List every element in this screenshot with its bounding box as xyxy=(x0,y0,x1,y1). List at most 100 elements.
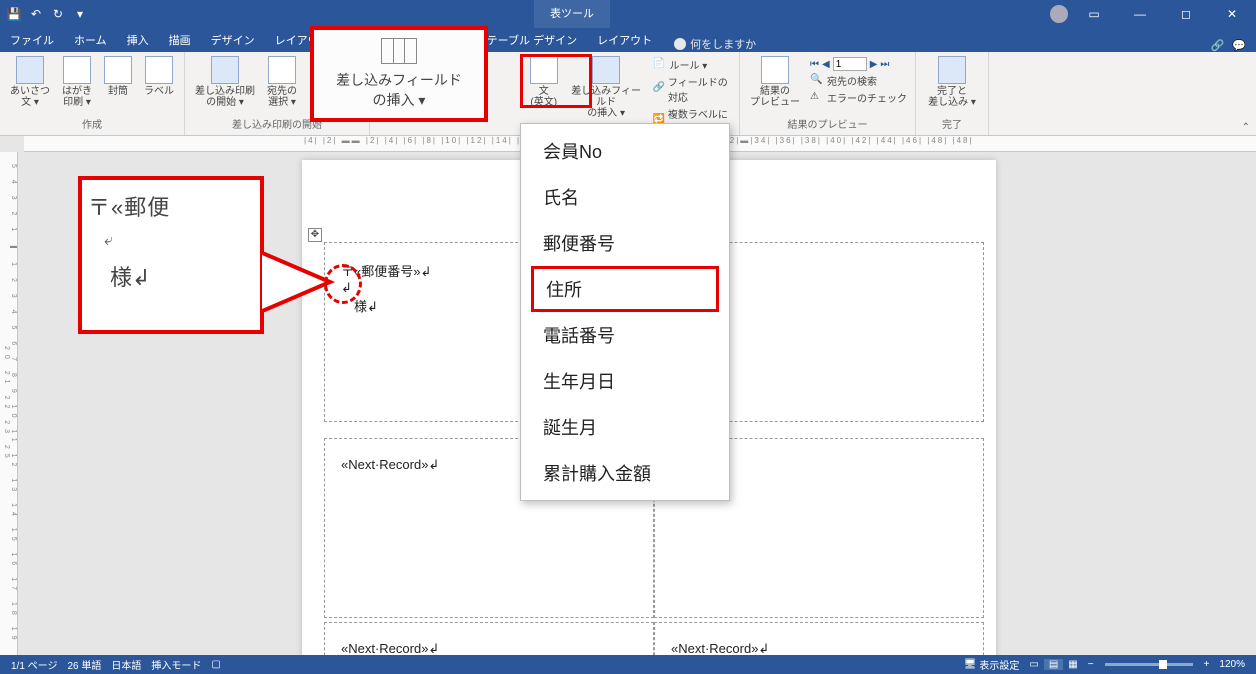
group-label-create: 作成 xyxy=(82,116,102,131)
next-record-icon[interactable]: ▶ xyxy=(870,59,878,70)
tab-home[interactable]: ホーム xyxy=(64,28,117,52)
redo-icon[interactable]: ↻ xyxy=(50,6,66,22)
annotation-insert-merge-label: 差し込みフィールド の挿入 ▾ xyxy=(336,70,462,110)
last-record-icon[interactable]: ⏭ xyxy=(880,59,889,70)
tell-me-search[interactable]: 何をしますか xyxy=(674,36,756,52)
preview-line1: 〒«郵便 xyxy=(88,190,254,222)
preview-results-button[interactable]: 結果の プレビュー xyxy=(746,54,804,110)
comments-icon[interactable]: 💬 xyxy=(1232,39,1246,52)
maximize-icon[interactable]: ◻ xyxy=(1166,0,1206,28)
menu-item-name[interactable]: 氏名 xyxy=(521,174,729,220)
ribbon-group-finish: 完了と 差し込み ▾ 完了 xyxy=(916,52,989,135)
tab-design[interactable]: デザイン xyxy=(201,28,265,52)
prev-record-icon[interactable]: ◀ xyxy=(822,59,830,70)
label-cell-6[interactable]: «Next·Record»↲ xyxy=(654,622,984,655)
ribbon-group-preview: 結果の プレビュー ⏮ ◀ ▶ ⏭ 🔍宛先の検索 ⚠エラーのチェック 結果のプレ… xyxy=(740,52,916,135)
lightbulb-icon xyxy=(674,38,686,50)
rules-label: ルール ▾ xyxy=(669,57,707,72)
display-settings-button[interactable]: 🖥表示設定 xyxy=(959,657,1025,672)
tab-file[interactable]: ファイル xyxy=(0,28,64,52)
zoom-level[interactable]: 120% xyxy=(1214,659,1250,670)
match-fields-icon: 🔗 xyxy=(652,82,664,96)
status-language[interactable]: 日本語 xyxy=(106,657,146,672)
menu-item-postal[interactable]: 郵便番号 xyxy=(521,220,729,266)
menu-item-total-purchase[interactable]: 累計購入金額 xyxy=(521,450,729,496)
start-mailmerge-label: 差し込み印刷 の開始 ▾ xyxy=(195,86,255,108)
finish-merge-button[interactable]: 完了と 差し込み ▾ xyxy=(922,54,982,110)
merge-field-dropdown-menu: 会員No 氏名 郵便番号 住所 電話番号 生年月日 誕生月 累計購入金額 xyxy=(520,123,730,501)
find-recipient-label: 宛先の検索 xyxy=(827,73,877,88)
quick-access-toolbar: 💾 ↶ ↻ ▾ xyxy=(0,6,94,22)
check-errors-button[interactable]: ⚠エラーのチェック xyxy=(810,89,907,106)
annotation-arrow-icon xyxy=(260,252,340,312)
preview-line2: 様↲ xyxy=(88,260,254,292)
menu-item-birthmonth[interactable]: 誕生月 xyxy=(521,404,729,450)
label5-next-record: «Next·Record»↲ xyxy=(341,641,439,655)
vertical-ruler[interactable]: 5 4 3 2 1 ▬ 1 2 3 4 5 6 7 8 9 10 11 12 1… xyxy=(0,152,18,655)
minimize-icon[interactable]: — xyxy=(1120,0,1160,28)
tab-insert[interactable]: 挿入 xyxy=(117,28,159,52)
close-icon[interactable]: ✕ xyxy=(1212,0,1252,28)
greeting-text-label: あいさつ 文 ▾ xyxy=(10,86,50,108)
annotation-insert-merge-field-large: 差し込みフィールド の挿入 ▾ xyxy=(310,26,488,122)
select-recipients-button[interactable]: 宛先の 選択 ▾ xyxy=(263,54,301,110)
view-web-layout-icon[interactable]: ▦ xyxy=(1063,659,1082,670)
menu-item-address[interactable]: 住所 xyxy=(531,266,719,312)
insert-merge-field-label: 差し込みフィールド の挿入 ▾ xyxy=(570,86,643,119)
macro-record-icon[interactable]: ▢ xyxy=(206,659,225,670)
share-icon[interactable]: 🔗 xyxy=(1211,39,1225,52)
annotation-label-preview: 〒«郵便 ⤶ 様↲ xyxy=(78,176,264,334)
window-controls: ▭ — ◻ ✕ xyxy=(1050,0,1256,28)
view-read-mode-icon[interactable]: ▭ xyxy=(1024,659,1043,670)
table-move-handle-icon[interactable]: ✥ xyxy=(308,228,322,242)
menu-item-member-no[interactable]: 会員No xyxy=(521,128,729,174)
insert-merge-field-button[interactable]: 差し込みフィールド の挿入 ▾ xyxy=(566,54,647,121)
record-number-input[interactable] xyxy=(833,57,867,71)
merge-field-grid-icon xyxy=(381,38,417,64)
status-page[interactable]: 1/1 ページ xyxy=(6,657,62,672)
find-recipient-button[interactable]: 🔍宛先の検索 xyxy=(810,72,877,89)
group-label-preview: 結果のプレビュー xyxy=(788,116,868,131)
find-recipient-icon: 🔍 xyxy=(810,74,824,88)
greeting-text-button[interactable]: あいさつ 文 ▾ xyxy=(6,54,54,110)
status-insert-mode[interactable]: 挿入モード xyxy=(146,657,206,672)
status-bar: 1/1 ページ 26 単語 日本語 挿入モード ▢ 🖥表示設定 ▭ ▤ ▦ − … xyxy=(0,655,1256,674)
zoom-in-icon[interactable]: + xyxy=(1199,659,1215,670)
label-cell-5[interactable]: «Next·Record»↲ xyxy=(324,622,654,655)
menu-item-birthdate[interactable]: 生年月日 xyxy=(521,358,729,404)
collapse-ribbon-icon[interactable]: ⌃ xyxy=(1242,122,1250,133)
greeting-english-label: 文 (英文) xyxy=(530,86,557,108)
label3-next-record: «Next·Record»↲ xyxy=(341,457,439,472)
envelope-label: 封筒 xyxy=(108,86,128,97)
finish-merge-label: 完了と 差し込み ▾ xyxy=(928,86,976,108)
record-navigator: ⏮ ◀ ▶ ⏭ xyxy=(810,56,889,72)
tab-table-design[interactable]: テーブル デザイン xyxy=(477,28,587,52)
check-errors-label: エラーのチェック xyxy=(827,90,907,105)
zoom-slider-thumb[interactable] xyxy=(1159,660,1167,669)
status-word-count[interactable]: 26 単語 xyxy=(62,657,106,672)
rules-icon: 📄 xyxy=(652,58,666,72)
zoom-slider[interactable] xyxy=(1105,663,1193,666)
zoom-out-icon[interactable]: − xyxy=(1083,659,1099,670)
label-button[interactable]: ラベル xyxy=(140,54,178,99)
rules-button[interactable]: 📄ルール ▾ xyxy=(652,56,707,73)
first-record-icon[interactable]: ⏮ xyxy=(810,59,819,70)
ribbon-group-create: あいさつ 文 ▾ はがき 印刷 ▾ 封筒 ラベル 作成 xyxy=(0,52,185,135)
account-avatar-icon[interactable] xyxy=(1050,5,1068,23)
save-icon[interactable]: 💾 xyxy=(6,6,22,22)
match-fields-button[interactable]: 🔗フィールドの対応 xyxy=(652,73,731,105)
greeting-english-button[interactable]: 文 (英文) xyxy=(526,54,562,110)
ribbon-tabs: ファイル ホーム 挿入 描画 デザイン レイアウト 参考 開発 ヘルプ テーブル… xyxy=(0,28,1256,52)
postcard-print-button[interactable]: はがき 印刷 ▾ xyxy=(58,54,96,110)
envelope-button[interactable]: 封筒 xyxy=(100,54,136,99)
tab-draw[interactable]: 描画 xyxy=(159,28,201,52)
start-mailmerge-button[interactable]: 差し込み印刷 の開始 ▾ xyxy=(191,54,259,110)
qat-customize-icon[interactable]: ▾ xyxy=(72,6,88,22)
display-settings-icon: 🖥 xyxy=(964,659,977,670)
undo-icon[interactable]: ↶ xyxy=(28,6,44,22)
postcard-print-label: はがき 印刷 ▾ xyxy=(62,86,92,108)
ribbon-display-options-icon[interactable]: ▭ xyxy=(1074,0,1114,28)
view-print-layout-icon[interactable]: ▤ xyxy=(1044,659,1063,670)
menu-item-phone[interactable]: 電話番号 xyxy=(521,312,729,358)
tab-table-layout[interactable]: レイアウト xyxy=(587,28,662,52)
